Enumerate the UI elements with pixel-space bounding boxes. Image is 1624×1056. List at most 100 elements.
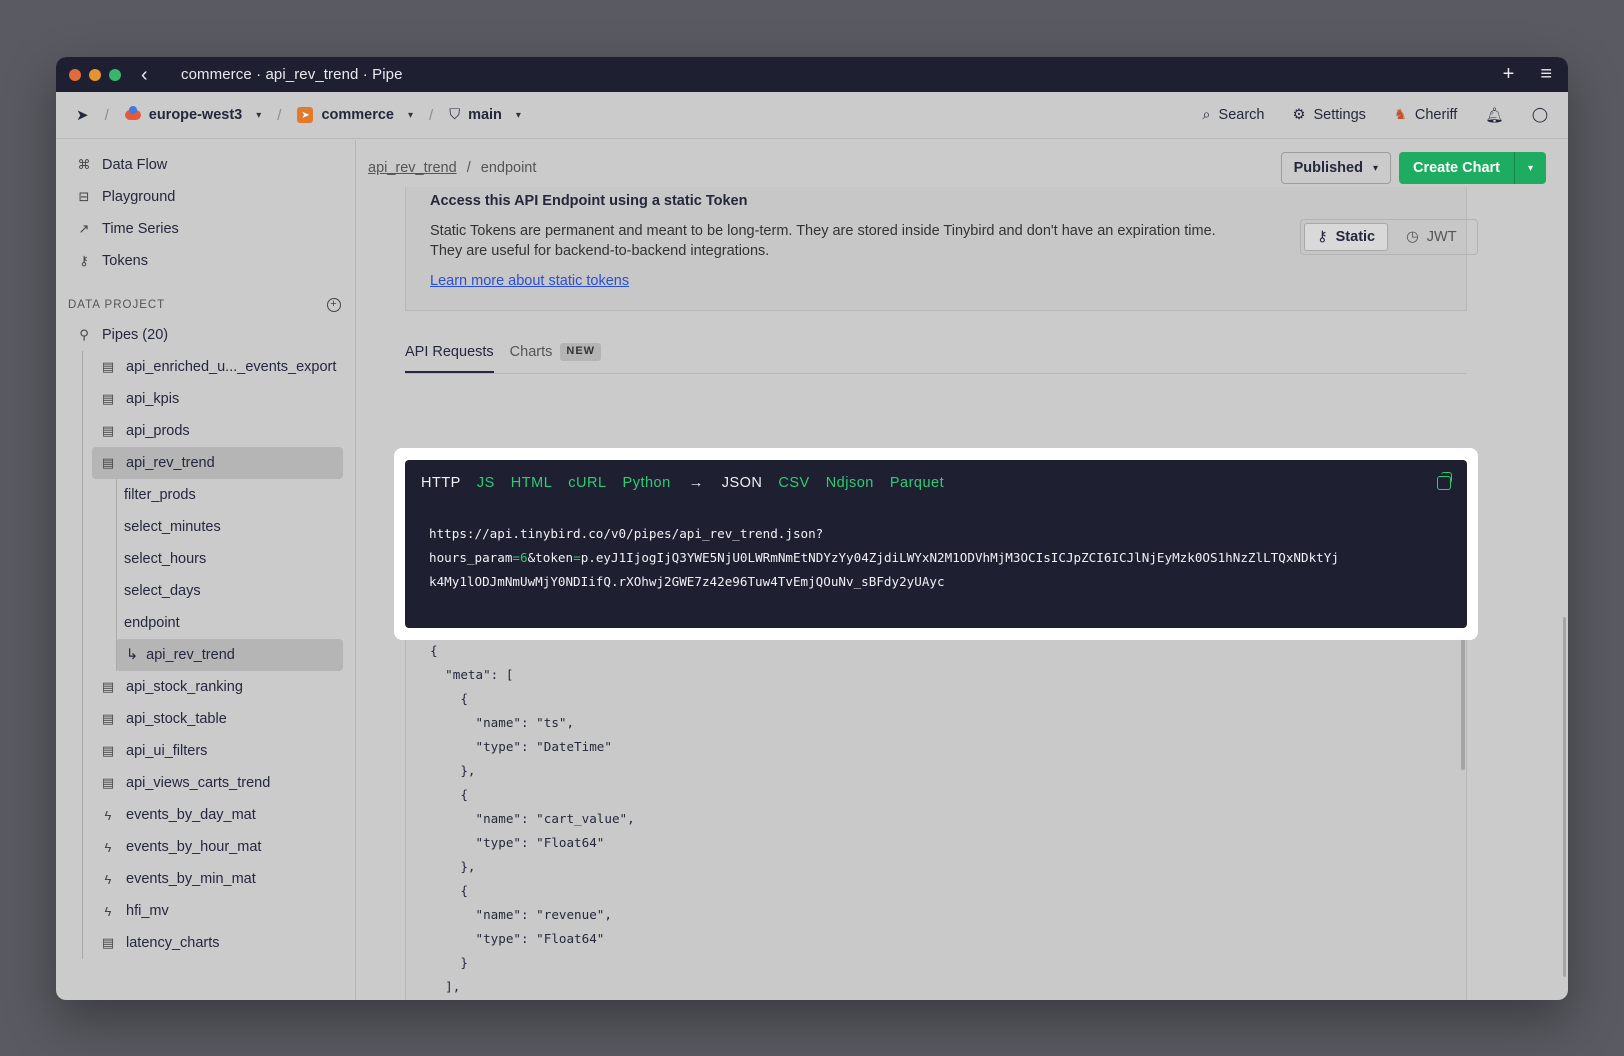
node-label: api_rev_trend xyxy=(146,647,235,663)
main-scrollbar[interactable] xyxy=(1563,617,1566,977)
gear-icon: ⚙ xyxy=(1292,107,1306,123)
learn-more-link[interactable]: Learn more about static tokens xyxy=(430,273,629,289)
breadcrumb-pipe-link[interactable]: api_rev_trend xyxy=(368,160,457,176)
node-label: select_hours xyxy=(124,551,207,567)
pipes-group[interactable]: ⚲ Pipes (20) xyxy=(56,319,355,351)
format-csv[interactable]: CSV xyxy=(778,475,809,491)
node-item-active[interactable]: ↳ api_rev_trend xyxy=(116,639,343,671)
return-arrow-icon: ↳ xyxy=(126,647,139,663)
workspace-selector[interactable]: ➤ commerce ▾ xyxy=(297,107,413,123)
notification-bell-icon[interactable]: 🔔︎ xyxy=(1485,107,1503,124)
mat-view-item[interactable]: ϟ events_by_min_mat xyxy=(92,863,343,895)
key-icon: ⚷ xyxy=(79,253,89,268)
pipe-label: latency_charts xyxy=(126,935,220,951)
sidebar-item-label: Tokens xyxy=(102,253,148,269)
create-chart-dropdown-icon[interactable]: ▾ xyxy=(1514,152,1546,184)
tab-charts[interactable]: Charts NEW xyxy=(509,336,602,373)
mat-view-item[interactable]: ϟ events_by_hour_mat xyxy=(92,831,343,863)
node-label: endpoint xyxy=(124,615,180,631)
pipe-item[interactable]: ▤ api_stock_ranking xyxy=(92,671,343,703)
table-icon: ▤ xyxy=(101,775,115,790)
lang-js[interactable]: JS xyxy=(477,475,495,491)
search-label: Search xyxy=(1218,107,1265,123)
pipe-label: api_stock_table xyxy=(126,711,227,727)
published-dropdown[interactable]: Published ▾ xyxy=(1280,152,1391,184)
static-label: Static xyxy=(1335,229,1376,245)
add-resource-icon[interactable]: + xyxy=(327,298,341,312)
node-item[interactable]: select_minutes xyxy=(116,511,343,543)
window-controls xyxy=(69,68,121,81)
pipe-label: api_ui_filters xyxy=(126,743,208,759)
pipe-item[interactable]: ▤ api_enriched_u..._events_export xyxy=(92,351,343,383)
endpoint-url[interactable]: https://api.tinybird.co/v0/pipes/api_rev… xyxy=(429,522,1339,594)
back-icon[interactable]: ‹ xyxy=(141,65,157,85)
table-icon: ▤ xyxy=(101,423,115,438)
branch-label: main xyxy=(468,107,502,123)
pipe-item[interactable]: ▤ api_ui_filters xyxy=(92,735,343,767)
static-token-option[interactable]: ⚷ Static xyxy=(1304,223,1389,251)
node-item[interactable]: select_hours xyxy=(116,543,343,575)
sidebar-item-data-flow[interactable]: ⌘ Data Flow xyxy=(56,149,355,181)
format-parquet[interactable]: Parquet xyxy=(890,475,944,491)
pipe-item[interactable]: ▤ api_views_carts_trend xyxy=(92,767,343,799)
format-ndjson[interactable]: Ndjson xyxy=(826,475,874,491)
copy-icon[interactable] xyxy=(1437,472,1452,490)
settings-label: Settings xyxy=(1313,107,1366,123)
sidebar-item-label: Time Series xyxy=(102,221,179,237)
workspace-label: commerce xyxy=(321,107,394,123)
pipe-item[interactable]: ▤ api_prods xyxy=(92,415,343,447)
region-selector[interactable]: europe-west3 ▾ xyxy=(124,106,261,123)
lang-http[interactable]: HTTP xyxy=(421,475,461,491)
settings-button[interactable]: ⚙ Settings xyxy=(1292,107,1365,123)
tab-label: Charts xyxy=(509,344,553,360)
token-value: p.eyJ1IjogIjQ3YWE5NjU0LWRmNmEtNDYzYy04Zj… xyxy=(580,550,1339,565)
mat-view-item[interactable]: ϟ hfi_mv xyxy=(92,895,343,927)
playground-icon: ⊟ xyxy=(78,189,90,204)
pipes-label: Pipes (20) xyxy=(102,327,169,343)
token-prefix: &token xyxy=(527,550,574,565)
lang-curl[interactable]: cURL xyxy=(568,475,606,491)
static-token-card: Access this API Endpoint using a static … xyxy=(405,187,1478,311)
sidebar-item-tokens[interactable]: ⚷ Tokens xyxy=(56,245,355,277)
lang-python[interactable]: Python xyxy=(623,475,671,491)
create-chart-button-group: Create Chart ▾ xyxy=(1398,152,1546,184)
search-button[interactable]: ⌕ Search xyxy=(1202,107,1264,123)
sidebar-item-time-series[interactable]: ↗ Time Series xyxy=(56,213,355,245)
logo-icon[interactable]: ➤ xyxy=(76,106,89,124)
jwt-token-option[interactable]: ◷ JWT xyxy=(1394,223,1468,251)
published-label: Published xyxy=(1293,160,1363,176)
token-eq: = xyxy=(573,550,581,565)
format-json[interactable]: JSON xyxy=(722,475,763,491)
mat-view-item[interactable]: ϟ events_by_day_mat xyxy=(92,799,343,831)
user-workspace-button[interactable]: ♞ Cheriff xyxy=(1394,107,1457,123)
data-project-section: DATA PROJECT + xyxy=(56,291,355,319)
node-item[interactable]: select_days xyxy=(116,575,343,607)
node-label: select_days xyxy=(124,583,201,599)
response-scrollbar[interactable] xyxy=(1461,620,1465,770)
branch-selector[interactable]: ⛉ main ▾ xyxy=(449,107,521,123)
maximize-window-button[interactable] xyxy=(109,68,121,81)
create-chart-button[interactable]: Create Chart xyxy=(1398,152,1514,184)
tab-api-requests[interactable]: API Requests xyxy=(405,336,494,373)
new-tab-icon[interactable]: + xyxy=(1503,63,1515,86)
breadcrumb-node: endpoint xyxy=(480,160,537,176)
lang-html[interactable]: HTML xyxy=(511,475,552,491)
node-item[interactable]: filter_prods xyxy=(116,479,343,511)
pipe-label: hfi_mv xyxy=(126,903,169,919)
minimize-window-button[interactable] xyxy=(89,68,101,81)
pipe-item-active[interactable]: ▤ api_rev_trend xyxy=(92,447,343,479)
node-item[interactable]: endpoint xyxy=(116,607,343,639)
close-window-button[interactable] xyxy=(69,68,81,81)
pipe-item[interactable]: ▤ api_stock_table xyxy=(92,703,343,735)
sidebar-item-playground[interactable]: ⊟ Playground xyxy=(56,181,355,213)
menu-icon[interactable]: ≡ xyxy=(1540,63,1552,86)
title-bar: ‹ commerce · api_rev_trend · Pipe + ≡ xyxy=(56,57,1568,92)
request-snippet: HTTP JS HTML cURL Python → JSON CSV Ndjs… xyxy=(405,460,1467,628)
table-icon: ▤ xyxy=(101,359,115,374)
section-label: DATA PROJECT xyxy=(68,299,166,311)
pipe-item[interactable]: ▤ latency_charts xyxy=(92,927,343,959)
search-icon: ⌕ xyxy=(1202,107,1211,123)
user-icon[interactable]: ◯ xyxy=(1532,107,1548,123)
chevron-down-icon: ▾ xyxy=(407,109,414,121)
pipe-item[interactable]: ▤ api_kpis xyxy=(92,383,343,415)
